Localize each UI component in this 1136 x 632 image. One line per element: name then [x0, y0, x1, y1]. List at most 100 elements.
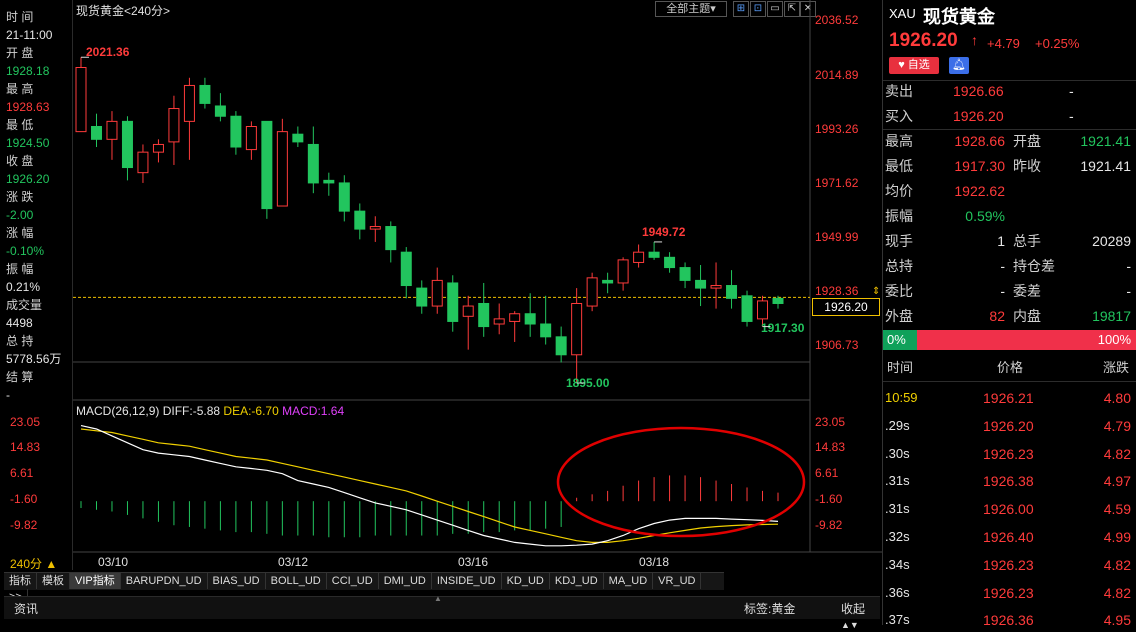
- stat-value: 82: [989, 308, 1005, 324]
- up-arrow-icon: ↑: [971, 32, 978, 48]
- tick-time: .31s: [885, 473, 910, 489]
- alert-bell-button[interactable]: 🔔︎: [949, 57, 969, 74]
- macd-tick-label-right: 23.05: [815, 415, 845, 429]
- kline-chart[interactable]: 2036.52 2014.89 1993.26 1971.62 1949.99 1928.…: [73, 0, 882, 570]
- indicator-tab[interactable]: 模板: [37, 573, 70, 589]
- stat-label: 现手: [885, 233, 913, 249]
- tick-price: 1926.20: [983, 417, 1034, 434]
- stat-value: 1: [997, 233, 1005, 249]
- tick-change: 4.99: [1103, 529, 1131, 545]
- candle-body-down: [648, 251, 660, 258]
- candle-body-down: [540, 323, 552, 338]
- indicator-tab[interactable]: INSIDE_UD: [432, 573, 502, 589]
- symbol-code: XAU: [889, 6, 916, 21]
- macd-left-tick: -1.60: [10, 492, 38, 506]
- indicator-tab[interactable]: BARUPDN_UD: [121, 573, 208, 589]
- macd-title: MACD(26,12,9): [76, 404, 160, 418]
- price-tick-label: 1949.99: [815, 230, 859, 244]
- stat-label: 持仓差: [1013, 258, 1055, 274]
- stat-value: 1922.62: [954, 183, 1005, 199]
- dea-line: [80, 428, 779, 544]
- collapse-icon: ▲▼: [841, 620, 859, 630]
- indicator-tab[interactable]: BOLL_UD: [266, 573, 327, 589]
- info-value: -0.10%: [6, 244, 45, 258]
- macd-tick-label-right: -9.82: [815, 518, 843, 532]
- candle-body-up: [137, 151, 149, 174]
- candle-body-up: [757, 300, 769, 320]
- indicator-tab[interactable]: VR_UD: [653, 573, 702, 589]
- divider: [883, 80, 1136, 81]
- quote-label: 卖出: [885, 83, 913, 99]
- price-tick-label: 1928.36: [815, 284, 859, 298]
- add-favorite-button[interactable]: ♥ 自选: [889, 57, 939, 74]
- candlestick-series: [75, 57, 784, 383]
- info-value: 1926.20: [6, 172, 50, 186]
- candle-body-up: [183, 84, 195, 122]
- stat-label: 总手: [1013, 233, 1041, 249]
- indicator-tab[interactable]: 指标: [4, 573, 37, 589]
- info-label: 最 高: [6, 82, 34, 96]
- tick-col-header: 涨跌: [1103, 360, 1130, 375]
- indicator-tabbar: 指标 模板 VIP指标 BARUPDN_UD BIAS_UD BOLL_UD CCI_UD D…: [4, 572, 724, 605]
- indicator-tab[interactable]: DMI_UD: [379, 573, 432, 589]
- indicator-tab[interactable]: VIP指标: [70, 573, 121, 589]
- candle-body-up: [431, 279, 443, 307]
- heart-icon: ♥: [898, 59, 905, 71]
- candle-body-down: [199, 84, 211, 104]
- tick-price: 1926.23: [983, 556, 1034, 573]
- candle-body-down: [555, 336, 567, 356]
- info-value: 1924.50: [6, 136, 50, 150]
- date-axis: 03/10 03/12 03/16 03/18: [98, 555, 669, 569]
- current-price-box: 1926.20: [812, 298, 880, 316]
- stat-label: 内盘: [1013, 308, 1041, 324]
- candle-body-up: [369, 226, 381, 230]
- news-tab[interactable]: 资讯: [14, 600, 38, 617]
- price-annotation: 1917.30: [761, 321, 805, 335]
- period-label[interactable]: 240分 ▲: [10, 555, 57, 572]
- tick-col-header: 时间: [887, 360, 914, 375]
- indicator-tab[interactable]: MA_UD: [604, 573, 654, 589]
- indicator-tab[interactable]: BIAS_UD: [208, 573, 266, 589]
- candle-body-up: [276, 131, 288, 207]
- candle-body-down: [230, 115, 242, 148]
- tick-time: .37s: [885, 612, 910, 628]
- tick-change: 4.82: [1103, 556, 1131, 573]
- stat-label: 开盘: [1013, 133, 1041, 149]
- tick-change: 4.82: [1103, 445, 1131, 462]
- price-tick-label: 1993.26: [815, 122, 859, 136]
- symbol-name: 现货黄金: [923, 7, 995, 27]
- tick-price: 1926.23: [983, 445, 1034, 462]
- info-label: 最 低: [6, 118, 34, 132]
- date-label: 03/18: [639, 555, 669, 569]
- stat-label: 最低: [885, 158, 913, 174]
- candle-body-down: [338, 182, 350, 212]
- macd-tick-label-right: 14.83: [815, 440, 845, 454]
- price-tick-label: 2036.52: [815, 13, 859, 27]
- indicator-tab[interactable]: CCI_UD: [327, 573, 379, 589]
- tick-time: .34s: [885, 556, 910, 572]
- collapse-button[interactable]: 收起 ▲▼: [841, 600, 880, 631]
- candle-body-up: [633, 251, 645, 263]
- indicator-tab[interactable]: KDJ_UD: [550, 573, 604, 589]
- tick-time: .31s: [885, 501, 910, 517]
- candle-body-up: [75, 67, 87, 133]
- candle-body-down: [385, 226, 397, 251]
- drag-handle-icon[interactable]: ▲: [434, 595, 450, 603]
- candle-body-down: [214, 105, 226, 117]
- candle-body-down: [323, 179, 335, 184]
- price-tick-label: 1906.73: [815, 338, 859, 352]
- stat-label: 最高: [885, 133, 913, 149]
- collapse-label: 收起: [841, 602, 866, 616]
- stat-label: 均价: [885, 183, 913, 199]
- indicator-tab[interactable]: KD_UD: [502, 573, 550, 589]
- stat-label: 外盘: [885, 308, 913, 324]
- tick-price: 1926.21: [983, 390, 1034, 406]
- info-label: 收 盘: [6, 154, 34, 168]
- candle-body-down: [772, 297, 784, 304]
- tick-change: 4.97: [1103, 473, 1131, 490]
- quote-label: 买入: [885, 108, 913, 124]
- stat-value: 1921.41: [1080, 158, 1131, 174]
- price-scroll-icon[interactable]: ⇕: [872, 286, 880, 297]
- candle-body-up: [168, 108, 180, 143]
- macd-tick-label-right: -1.60: [815, 492, 843, 506]
